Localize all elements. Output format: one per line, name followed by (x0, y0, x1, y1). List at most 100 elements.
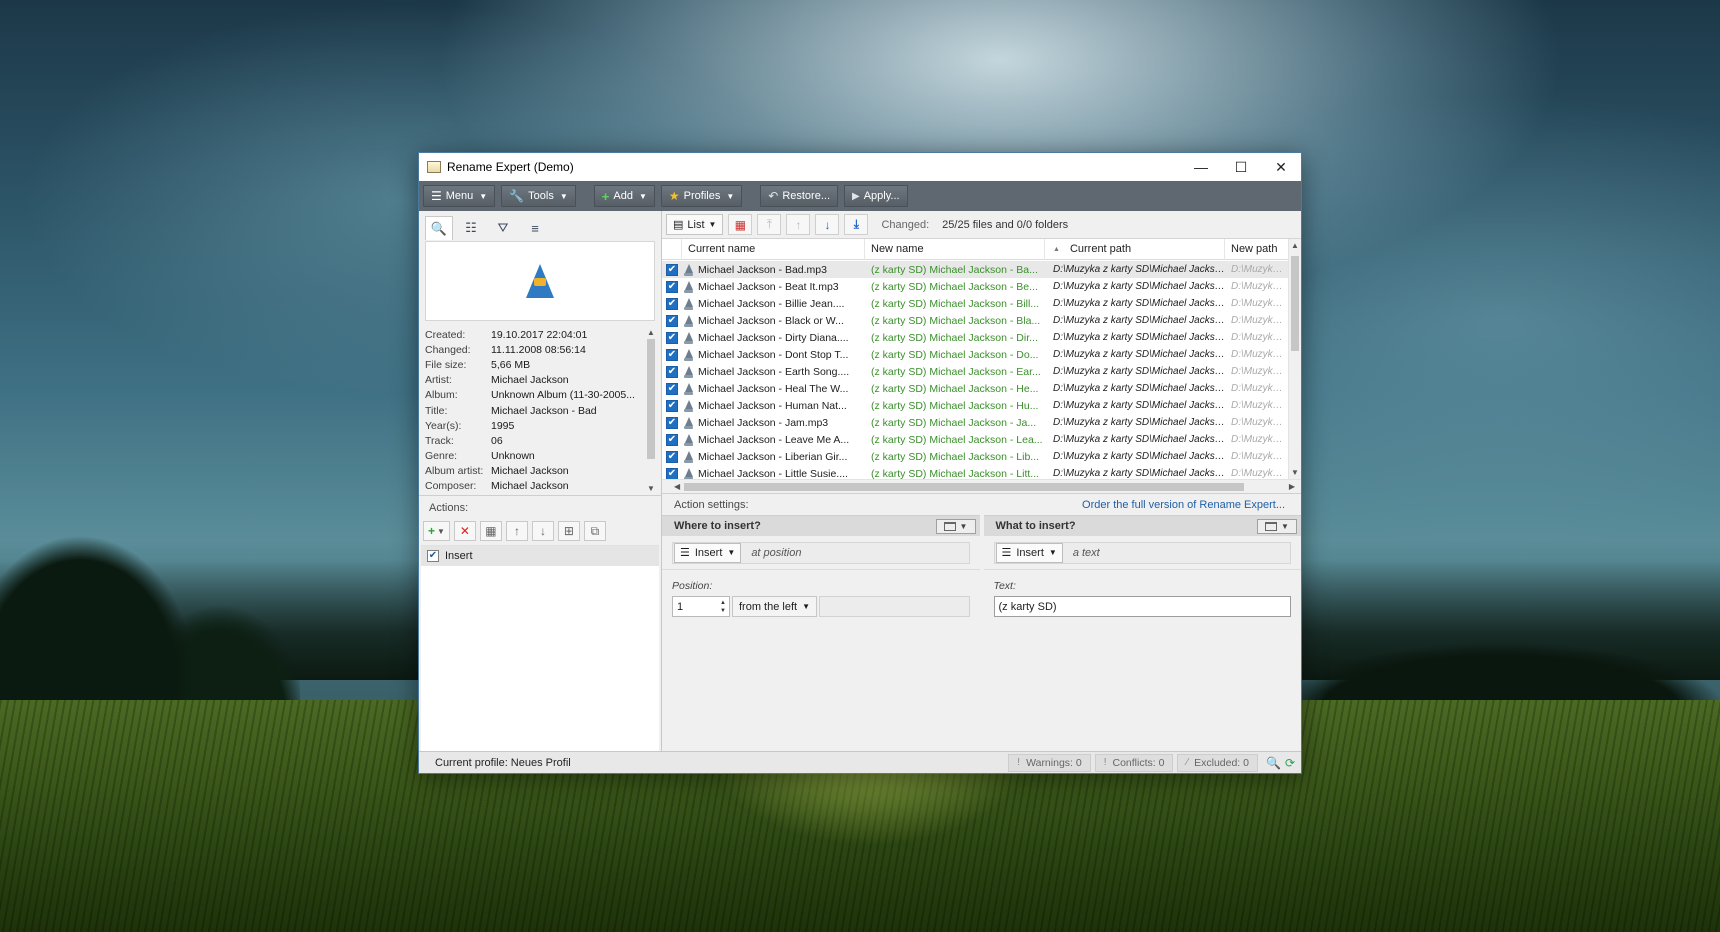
restore-button[interactable]: ↶ Restore... (760, 185, 838, 207)
tools-button[interactable]: 🔧 Tools ▼ (501, 185, 576, 207)
pane-layout-dropdown[interactable]: ▼ (935, 518, 976, 534)
grid-vertical-scrollbar[interactable]: ▲ ▼ (1288, 239, 1301, 479)
file-row[interactable]: ✔ Michael Jackson - Earth Song.... (z kart… (662, 363, 1288, 380)
status-tools: 🔍 ⟳ (1262, 754, 1299, 772)
rename-action-button[interactable]: ⊞ (557, 521, 580, 541)
file-row[interactable]: ✔ Michael Jackson - Dirty Diana.... (z kar… (662, 329, 1288, 346)
file-row[interactable]: ✔ Michael Jackson - Dont Stop T... (z kart… (662, 346, 1288, 363)
action-checkbox[interactable]: ✔ (427, 550, 439, 562)
row-checkbox[interactable]: ✔ (666, 416, 678, 429)
row-checkbox[interactable]: ✔ (666, 314, 678, 327)
stepper-arrows-icon[interactable]: ▲ ▼ (717, 599, 729, 615)
current-name-cell: Michael Jackson - Billie Jean.... (682, 297, 865, 310)
move-bottom-icon[interactable]: ⤓ (844, 214, 869, 235)
move-up-button[interactable]: ↑ (505, 521, 528, 541)
file-row[interactable]: ✔ Michael Jackson - Heal The W... (z karty… (662, 380, 1288, 397)
maximize-button[interactable]: ☐ (1221, 153, 1261, 181)
file-row[interactable]: ✔ Michael Jackson - Bad.mp3 (z karty SD) M… (662, 261, 1288, 278)
tree-list-icon[interactable]: ☷ (457, 216, 485, 240)
row-checkbox[interactable]: ✔ (666, 433, 678, 446)
pane-layout-dropdown[interactable]: ▼ (1257, 518, 1297, 534)
file-row[interactable]: ✔ Michael Jackson - Jam.mp3 (z karty SD) M… (662, 414, 1288, 431)
file-row[interactable]: ✔ Michael Jackson - Billie Jean.... (z kar… (662, 295, 1288, 312)
order-full-version-link[interactable]: Order the full version of Rename Expert.… (1082, 499, 1285, 511)
profiles-button[interactable]: ★ Profiles ▼ (660, 185, 743, 207)
menu-button[interactable]: ☰ Menu ▼ (423, 185, 496, 207)
scroll-thumb[interactable] (1291, 256, 1299, 351)
row-check-cell: ✔ (662, 365, 682, 378)
file-row[interactable]: ✔ Michael Jackson - Leave Me A... (z karty… (662, 431, 1288, 448)
search-icon[interactable]: 🔍 (425, 216, 453, 240)
delete-action-button[interactable]: ✕ (453, 521, 476, 541)
scroll-thumb[interactable] (647, 339, 655, 459)
excluded-count[interactable]: ⁄ Excluded: 0 (1177, 753, 1258, 772)
row-checkbox[interactable]: ✔ (666, 297, 678, 310)
chevron-down-icon: ▼ (802, 602, 810, 611)
file-row[interactable]: ✔ Michael Jackson - Black or W... (z karty… (662, 312, 1288, 329)
file-row[interactable]: ✔ Michael Jackson - Liberian Gir... (z kar… (662, 448, 1288, 465)
position-stepper[interactable]: 1 ▲ ▼ (672, 596, 730, 617)
filter-icon[interactable]: ⛛ (489, 216, 517, 240)
row-checkbox[interactable]: ✔ (666, 263, 678, 276)
row-checkbox[interactable]: ✔ (666, 467, 678, 479)
where-mode-dropdown[interactable]: ☰ Insert ▼ (674, 542, 742, 563)
grid-rows: ✔ Michael Jackson - Bad.mp3 (z karty SD) M… (662, 261, 1288, 479)
refresh-icon[interactable]: ⟳ (1285, 756, 1295, 770)
scroll-down-icon[interactable]: ▼ (647, 483, 655, 495)
add-action-button[interactable]: + ▼ (423, 521, 450, 541)
row-checkbox[interactable]: ✔ (666, 331, 678, 344)
clear-actions-button[interactable]: ▦ (479, 521, 502, 541)
wrench-icon: 🔧 (509, 189, 525, 203)
metadata-row: Composer: Michael Jackson (425, 479, 643, 494)
row-checkbox[interactable]: ✔ (666, 365, 678, 378)
copy-action-button[interactable]: ⧉ (583, 521, 606, 541)
title-bar[interactable]: Rename Expert (Demo) — ☐ ✕ (419, 153, 1301, 181)
metadata-value: 5,66 MB (491, 358, 531, 371)
where-title: Where to insert? (674, 520, 761, 532)
audio-file-icon (684, 365, 693, 378)
file-row[interactable]: ✔ Michael Jackson - Beat It.mp3 (z karty S… (662, 278, 1288, 295)
view-list-dropdown[interactable]: ▤ List ▼ (666, 214, 724, 235)
file-row[interactable]: ✔ Michael Jackson - Little Susie.... (z ka… (662, 465, 1288, 479)
row-checkbox[interactable]: ✔ (666, 280, 678, 293)
metadata-scrollbar[interactable]: ▲ ▼ (645, 327, 657, 495)
move-down-button[interactable]: ↓ (531, 521, 554, 541)
scroll-right-icon[interactable]: ▶ (1289, 482, 1295, 491)
warnings-count[interactable]: ! Warnings: 0 (1008, 753, 1091, 772)
column-new-name[interactable]: New name (865, 239, 1045, 260)
scroll-down-icon[interactable]: ▼ (1291, 466, 1299, 479)
from-direction-dropdown[interactable]: from the left ▼ (732, 596, 817, 617)
apply-button[interactable]: ▶ Apply... (844, 185, 908, 207)
file-row[interactable]: ✔ Michael Jackson - Human Nat... (z karty … (662, 397, 1288, 414)
row-checkbox[interactable]: ✔ (666, 382, 678, 395)
what-mode-dropdown[interactable]: ☰ Insert ▼ (995, 542, 1063, 563)
chevron-down-icon: ▼ (708, 220, 717, 229)
scroll-thumb[interactable] (684, 483, 1244, 491)
search-icon[interactable]: 🔍 (1266, 756, 1281, 770)
remove-files-icon[interactable]: ▦ (728, 214, 753, 235)
scroll-left-icon[interactable]: ◀ (674, 482, 680, 491)
metadata-value: 19.10.2017 22:04:01 (491, 328, 588, 341)
action-item-insert[interactable]: ✔ Insert (421, 546, 659, 566)
column-current-name[interactable]: Current name (682, 239, 865, 260)
close-button[interactable]: ✕ (1261, 153, 1301, 181)
conflicts-count[interactable]: ! Conflicts: 0 (1094, 753, 1174, 772)
move-top-icon[interactable]: ⤒ (757, 214, 782, 235)
list-lines-icon[interactable]: ≡ (521, 216, 549, 240)
current-path-cell: D:\Muzyka z karty SD\Michael Jackson\ (1053, 332, 1225, 343)
chevron-down-icon: ▼ (638, 191, 647, 201)
scroll-up-icon[interactable]: ▲ (1291, 239, 1299, 252)
row-checkbox[interactable]: ✔ (666, 450, 678, 463)
current-name: Michael Jackson - Jam.mp3 (698, 416, 829, 429)
metadata-value: Unknown (491, 450, 535, 463)
move-up-icon[interactable]: ↑ (786, 214, 811, 235)
grid-horizontal-scrollbar[interactable]: ◀ ▶ (662, 479, 1301, 493)
row-checkbox[interactable]: ✔ (666, 399, 678, 412)
minimize-button[interactable]: — (1181, 153, 1221, 181)
row-checkbox[interactable]: ✔ (666, 348, 678, 361)
add-button[interactable]: + Add ▼ (593, 185, 655, 207)
move-down-icon[interactable]: ↓ (815, 214, 840, 235)
scroll-up-icon[interactable]: ▲ (647, 327, 655, 339)
insert-text-input[interactable]: (z karty SD) (993, 596, 1291, 617)
column-current-path[interactable]: ▲ Current path (1045, 239, 1225, 260)
